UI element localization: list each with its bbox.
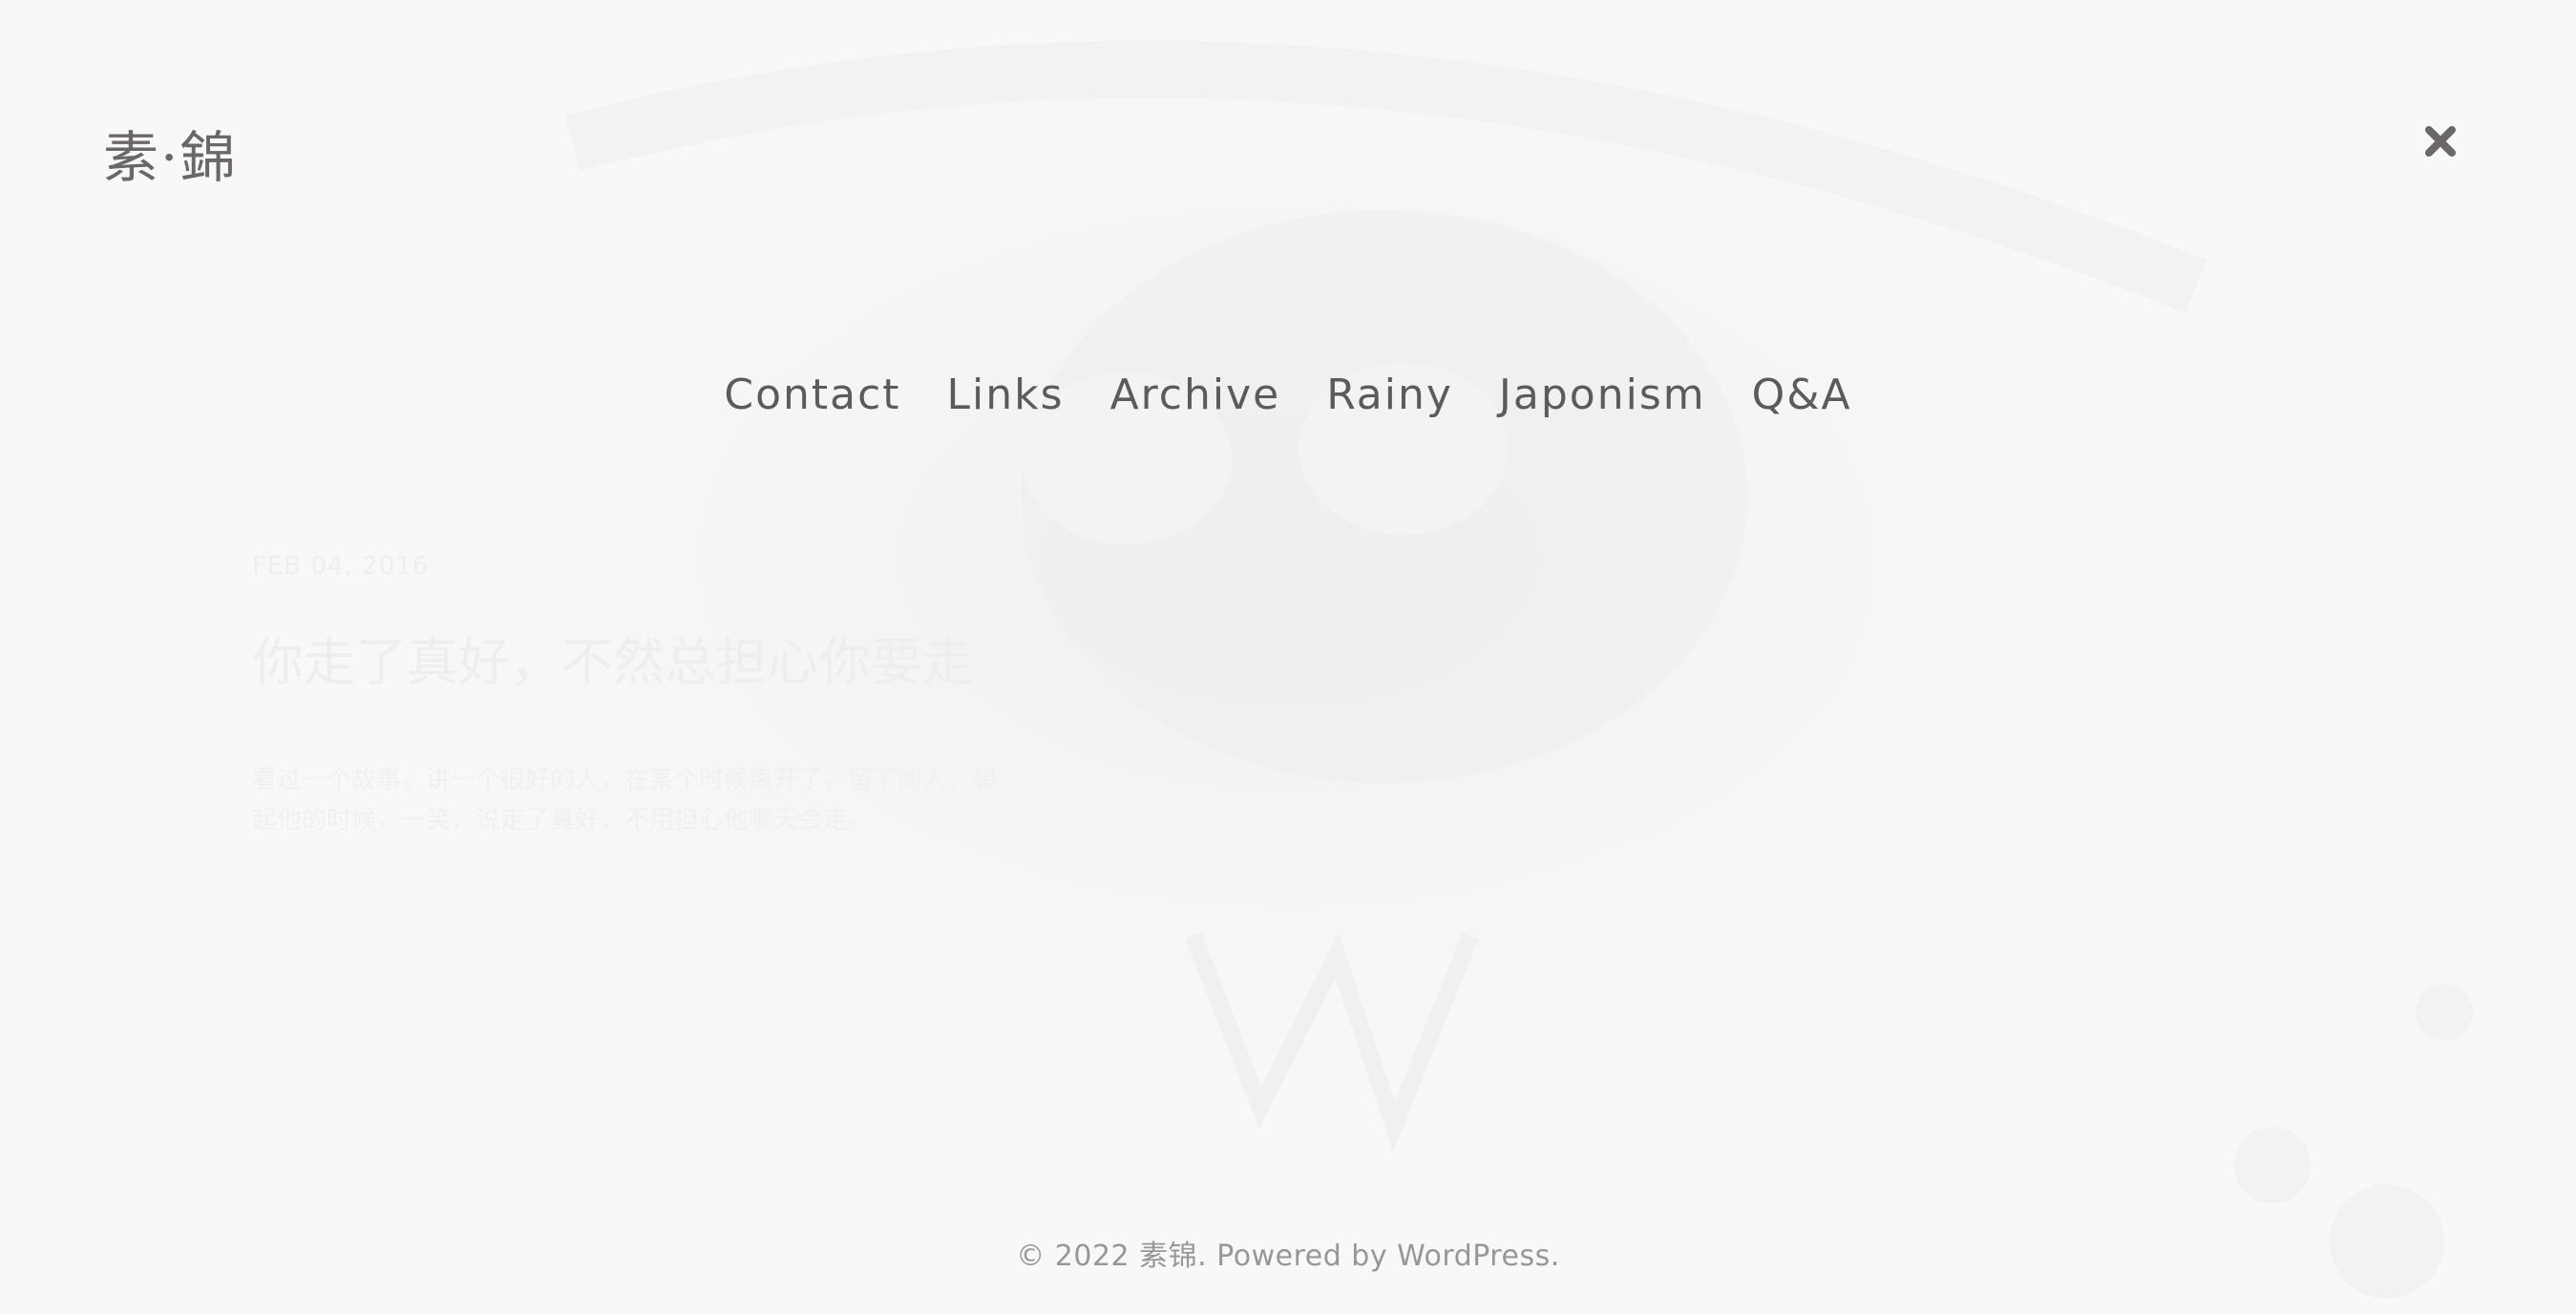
post-title: 你走了真好，不然总担心你要走: [252, 632, 974, 692]
nav-item-links[interactable]: Links: [947, 371, 1065, 419]
background-post-preview: FEB 04, 2016 你走了真好，不然总担心你要走 看过一个故事，讲一个很好…: [252, 552, 997, 840]
nav-item-archive[interactable]: Archive: [1110, 371, 1281, 419]
close-icon: [2425, 126, 2456, 157]
footer-copyright: © 2022 素锦. Powered by WordPress.: [1016, 1240, 1560, 1273]
nav-item-rainy[interactable]: Rainy: [1326, 371, 1453, 419]
site-logo[interactable]: 素·錦: [103, 113, 237, 193]
post-excerpt: 看过一个故事，讲一个很好的人，在某个时候离开了，留下的人，想起他的时候，一笑，说…: [252, 766, 998, 835]
nav-item-qa[interactable]: Q&A: [1752, 371, 1852, 419]
nav-item-contact[interactable]: Contact: [724, 371, 900, 419]
close-menu-button[interactable]: [2421, 122, 2460, 160]
main-navigation: Contact Links Archive Rainy Japonism Q&A: [0, 371, 2576, 419]
post-date: FEB 04, 2016: [252, 552, 430, 581]
nav-item-japonism[interactable]: Japonism: [1499, 371, 1706, 419]
